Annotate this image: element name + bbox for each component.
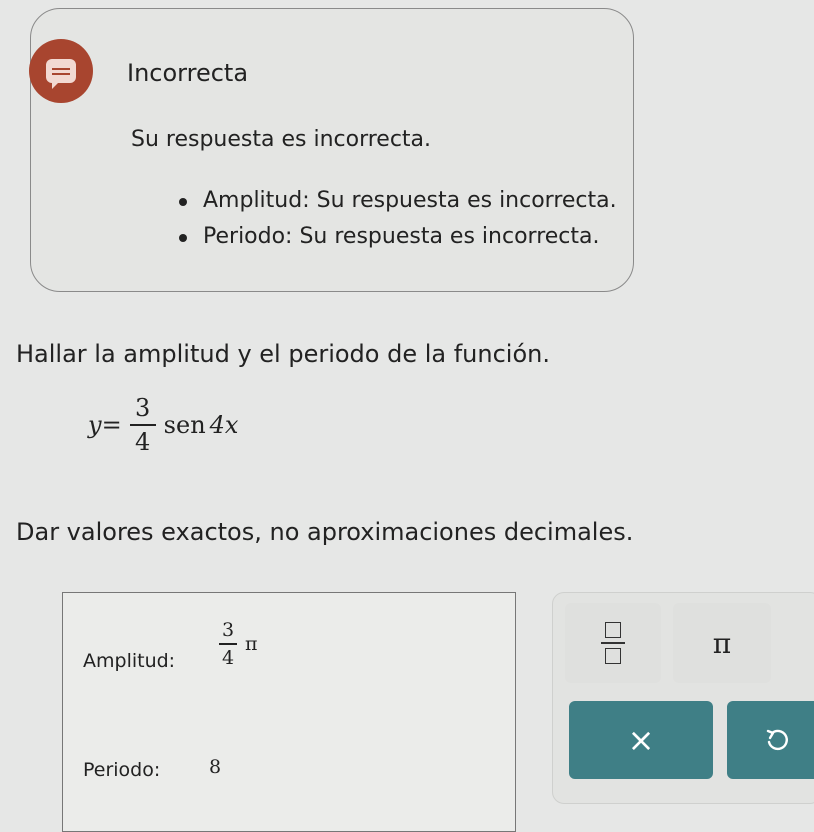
feedback-list: Amplitud: Su respuesta es incorrecta. Pe…: [179, 183, 617, 255]
undo-icon: [766, 729, 788, 751]
feedback-message: Su respuesta es incorrecta.: [131, 127, 432, 152]
function-formula: y = 3 4 sen 4x: [88, 394, 238, 456]
question-text: Hallar la amplitud y el periodo de la fu…: [16, 340, 550, 368]
amplitude-fraction[interactable]: 3 4: [219, 619, 237, 669]
period-input[interactable]: 8: [209, 756, 221, 778]
formula-numerator: 3: [135, 394, 151, 422]
formula-fraction: 3 4: [129, 394, 156, 456]
amplitude-input[interactable]: 3 4 π: [211, 619, 258, 669]
formula-denominator: 4: [135, 428, 151, 456]
feedback-item-amplitude: Amplitud: Su respuesta es incorrecta.: [179, 183, 617, 219]
formula-func: sen: [163, 411, 206, 439]
amplitude-label: Amplitud:: [83, 650, 176, 672]
pi-button[interactable]: π: [673, 603, 771, 683]
amplitude-numerator[interactable]: 3: [220, 619, 236, 641]
amplitude-suffix: π: [245, 633, 258, 655]
feedback-panel: Incorrecta Su respuesta es incorrecta. A…: [29, 8, 634, 292]
instructions-text: Dar valores exactos, no aproximaciones d…: [16, 518, 634, 546]
feedback-title: Incorrecta: [127, 59, 249, 87]
math-keypad: π ×: [552, 592, 814, 804]
formula-equals: =: [101, 411, 122, 439]
answer-box: Amplitud: 3 4 π Periodo: 8: [62, 592, 516, 832]
feedback-bubble-icon: [29, 39, 93, 103]
formula-lhs: y: [88, 411, 102, 439]
feedback-item-period: Periodo: Su respuesta es incorrecta.: [179, 219, 617, 255]
undo-button[interactable]: [727, 701, 814, 779]
formula-argument: 4x: [209, 411, 239, 439]
period-label: Periodo:: [83, 759, 161, 781]
clear-button[interactable]: ×: [569, 701, 713, 779]
fraction-button[interactable]: [565, 603, 661, 683]
amplitude-denominator[interactable]: 4: [220, 647, 236, 669]
